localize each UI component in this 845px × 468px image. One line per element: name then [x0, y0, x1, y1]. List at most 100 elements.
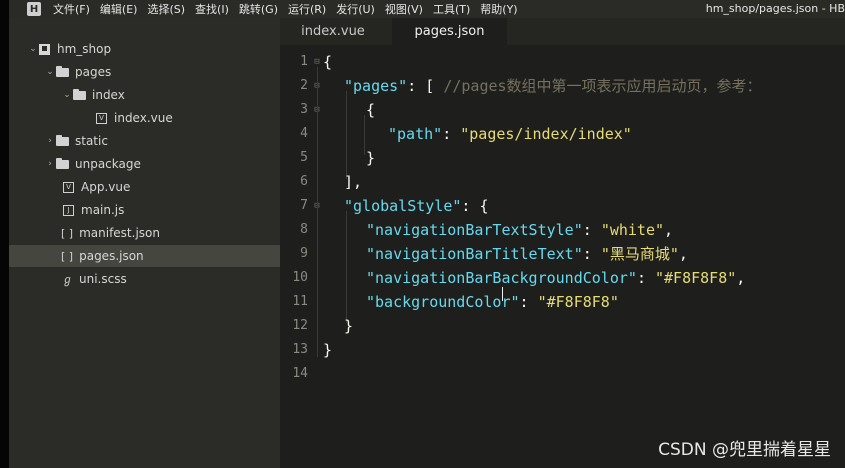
chevron-down-icon[interactable]: ⌄ — [61, 90, 73, 100]
tree-label: index — [92, 88, 125, 102]
editor-tabs: index.vue pages.json — [280, 18, 845, 45]
code-line-3: { — [366, 98, 375, 122]
menu-edit[interactable]: 编辑(E) — [100, 1, 138, 17]
menu-bar: H 文件(F) 编辑(E) 选择(S) 查找(I) 跳转(G) 运行(R) 发行… — [9, 0, 845, 18]
token: , — [678, 245, 688, 263]
tree-file-uni-scss[interactable]: ℊ uni.scss — [9, 268, 280, 290]
token: } — [366, 149, 376, 167]
chevron-down-icon[interactable]: ⌄ — [27, 44, 39, 54]
js-file-icon: J — [63, 204, 74, 216]
menu-goto[interactable]: 跳转(G) — [239, 1, 278, 17]
code-line-13: } — [323, 338, 332, 362]
token: : — [636, 269, 655, 287]
tree-label: hm_shop — [57, 42, 112, 56]
token: { — [323, 53, 333, 71]
tree-file-index-vue[interactable]: V index.vue — [9, 107, 280, 129]
line-number: 6 — [300, 174, 308, 189]
menu-select[interactable]: 选择(S) — [147, 1, 185, 17]
menu-publish[interactable]: 发行(U) — [336, 1, 375, 17]
tree-file-manifest-json[interactable]: [ ] manifest.json — [9, 222, 280, 244]
menu-file[interactable]: 文件(F) — [53, 1, 90, 17]
line-number: 11 — [292, 294, 308, 309]
line-number: 10 — [292, 270, 308, 285]
token: ], — [344, 173, 363, 191]
tree-file-pages-json[interactable]: [ ] pages.json — [9, 245, 280, 267]
tab-index-vue[interactable]: index.vue — [284, 18, 382, 45]
token: { — [366, 101, 376, 119]
code-editor[interactable]: 1 2 3 4 5 6 7 8 9 10 11 12 13 14 ⊟ ⊟ ⊟ ⊟… — [280, 45, 845, 468]
token: "navigationBarTextStyle" — [366, 221, 583, 239]
indent-guide — [346, 91, 347, 179]
tree-file-main-js[interactable]: J main.js — [9, 199, 280, 221]
tree-folder-index[interactable]: ⌄ index — [9, 84, 280, 106]
line-number: 9 — [300, 246, 308, 261]
text-cursor — [502, 287, 503, 301]
line-number: 7 — [300, 198, 308, 213]
line-number: 2 — [300, 78, 308, 93]
line-number: 13 — [292, 342, 308, 357]
menu-help[interactable]: 帮助(Y) — [480, 1, 517, 17]
token: "path" — [388, 125, 443, 143]
token: "#F8F8F8" — [537, 293, 619, 311]
code-line-12: } — [344, 314, 353, 338]
token: "黑马商城" — [600, 245, 679, 263]
menu-tools[interactable]: 工具(T) — [433, 1, 470, 17]
token: : [ — [407, 77, 444, 95]
tree-folder-pages[interactable]: ⌄ pages — [9, 61, 280, 83]
token: } — [344, 317, 354, 335]
menu-run[interactable]: 运行(R) — [288, 1, 326, 17]
token: "#F8F8F8" — [655, 269, 737, 287]
tab-label: index.vue — [301, 24, 365, 39]
chevron-right-icon[interactable]: › — [44, 136, 56, 146]
token: "white" — [600, 221, 665, 239]
code-line-6: ], — [344, 170, 362, 194]
indent-guide — [364, 115, 365, 155]
token: : — [582, 245, 601, 263]
line-number: 4 — [300, 126, 308, 141]
tree-label: unpackage — [75, 157, 141, 171]
indent-guide — [346, 211, 347, 323]
token: "pages" — [344, 77, 408, 95]
token: "backgroundColor" — [366, 293, 520, 311]
chevron-down-icon[interactable]: ⌄ — [44, 67, 56, 77]
line-number: 3 — [300, 102, 308, 117]
tab-pages-json[interactable]: pages.json — [392, 18, 507, 45]
code-line-1: { — [323, 50, 332, 74]
folder-icon — [56, 134, 69, 146]
chevron-right-icon[interactable]: › — [44, 159, 56, 169]
code-line-2: "pages": [ //pages数组中第一项表示应用启动页，参考： — [344, 74, 762, 98]
token: "navigationBarTitleText" — [366, 245, 583, 263]
app-logo-icon: H — [27, 2, 41, 16]
token: : { — [461, 197, 489, 215]
folder-icon — [73, 88, 86, 100]
tree-project-hm-shop[interactable]: ⌄ hm_shop — [9, 38, 280, 60]
window-title: hm_shop/pages.json - HB — [705, 2, 845, 15]
tab-label: pages.json — [414, 24, 485, 39]
code-line-8: "navigationBarTextStyle": "white", — [366, 218, 673, 242]
vue-file-icon: V — [96, 112, 107, 124]
tree-label: App.vue — [81, 180, 131, 194]
tree-folder-unpackage[interactable]: › unpackage — [9, 153, 280, 175]
line-number: 14 — [292, 366, 308, 381]
tree-label: manifest.json — [79, 226, 160, 240]
tree-label: main.js — [81, 203, 125, 217]
tree-label: index.vue — [114, 111, 173, 125]
tree-file-app-vue[interactable]: V App.vue — [9, 176, 280, 198]
indent-guide — [317, 67, 318, 357]
token: , — [664, 221, 674, 239]
line-number: 1 — [300, 54, 308, 69]
scss-file-icon: ℊ — [62, 273, 73, 286]
json-file-icon: [ ] — [61, 249, 74, 263]
tree-label: static — [75, 134, 108, 148]
token: , — [736, 269, 746, 287]
code-line-10: "navigationBarBackgroundColor": "#F8F8F8… — [366, 266, 745, 290]
menu-find[interactable]: 查找(I) — [195, 1, 229, 17]
vue-file-icon: V — [63, 181, 74, 193]
tree-folder-static[interactable]: › static — [9, 130, 280, 152]
token: : — [442, 125, 461, 143]
code-line-9: "navigationBarTitleText": "黑马商城", — [366, 242, 688, 266]
line-number: 12 — [292, 318, 308, 333]
menu-view[interactable]: 视图(V) — [385, 1, 423, 17]
folder-icon — [56, 65, 69, 77]
token: "navigationBarBackgroundColor" — [366, 269, 637, 287]
